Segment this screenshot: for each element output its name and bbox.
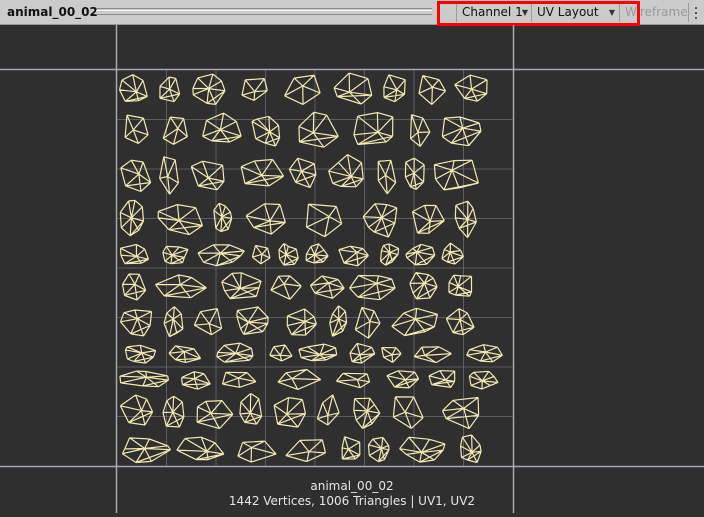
- preview-toolbar: animal_00_02 Channel 1 ▼ UV Layout ▼ Wir…: [0, 0, 704, 25]
- wireframe-toggle[interactable]: Wireframe: [619, 3, 688, 22]
- mode-dropdown[interactable]: UV Layout ▼: [531, 3, 619, 22]
- uv-layout-canvas: [0, 25, 704, 513]
- drag-grip[interactable]: [96, 8, 432, 15]
- mesh-stats-label: 1442 Vertices, 1006 Triangles | UV1, UV2: [228, 494, 476, 508]
- mesh-title: animal_00_02: [7, 5, 98, 19]
- mesh-name-label: animal_00_02: [310, 479, 394, 493]
- mesh-info: animal_00_02 1442 Vertices, 1006 Triangl…: [0, 479, 704, 509]
- uv-preview-viewport[interactable]: [0, 25, 704, 513]
- channel-dropdown-label: Channel 1: [462, 5, 523, 19]
- chevron-down-icon: ▼: [608, 8, 615, 17]
- mode-dropdown-label: UV Layout: [537, 5, 599, 19]
- chevron-down-icon: ▼: [521, 8, 528, 17]
- channel-dropdown[interactable]: Channel 1 ▼: [456, 3, 532, 22]
- more-options-icon[interactable]: [688, 3, 702, 22]
